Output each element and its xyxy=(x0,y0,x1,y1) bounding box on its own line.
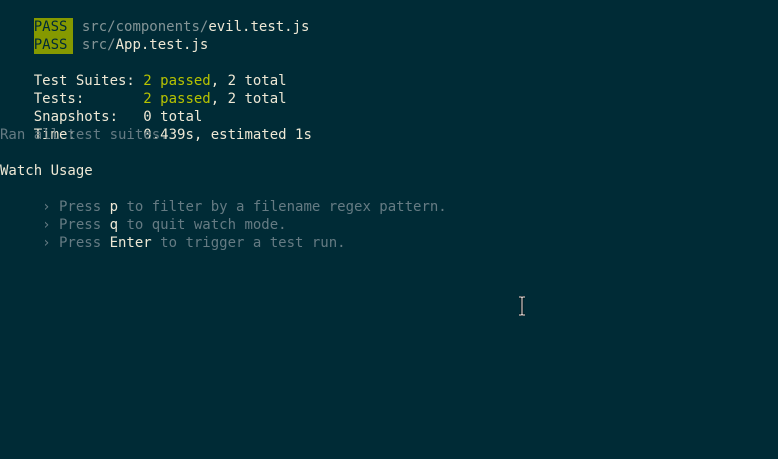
test-result-row: PASS src/App.test.js xyxy=(0,18,208,54)
watch-usage-item: › Press q to quit watch mode. xyxy=(33,217,287,233)
test-file-name: evil.test.js xyxy=(208,19,310,35)
watch-usage-item: › Press Enter to trigger a test run. xyxy=(33,235,346,251)
watch-usage-item: › Press p to filter by a filename regex … xyxy=(33,199,447,215)
text-cursor-icon xyxy=(519,296,525,316)
watch-key: Enter xyxy=(109,235,152,251)
summary-snapshots: Snapshots: 0 total xyxy=(33,109,203,125)
summary-time: Time: 0.439s, estimated 1s xyxy=(33,127,312,143)
summary-test-suites: Test Suites: 2 passed, 2 total xyxy=(33,73,287,89)
ran-all-message: Ran all test suites. xyxy=(0,127,169,143)
terminal-window[interactable]: PASS src/components/evil.test.js PASS sr… xyxy=(0,0,778,459)
watch-usage-title: Watch Usage xyxy=(0,163,93,179)
test-file-dir: src/ xyxy=(81,37,116,53)
summary-tests: Tests: 2 passed, 2 total xyxy=(33,91,287,107)
test-file-name: App.test.js xyxy=(115,37,209,53)
test-result-row: PASS src/components/evil.test.js xyxy=(0,0,309,36)
pass-badge: PASS xyxy=(33,36,74,54)
